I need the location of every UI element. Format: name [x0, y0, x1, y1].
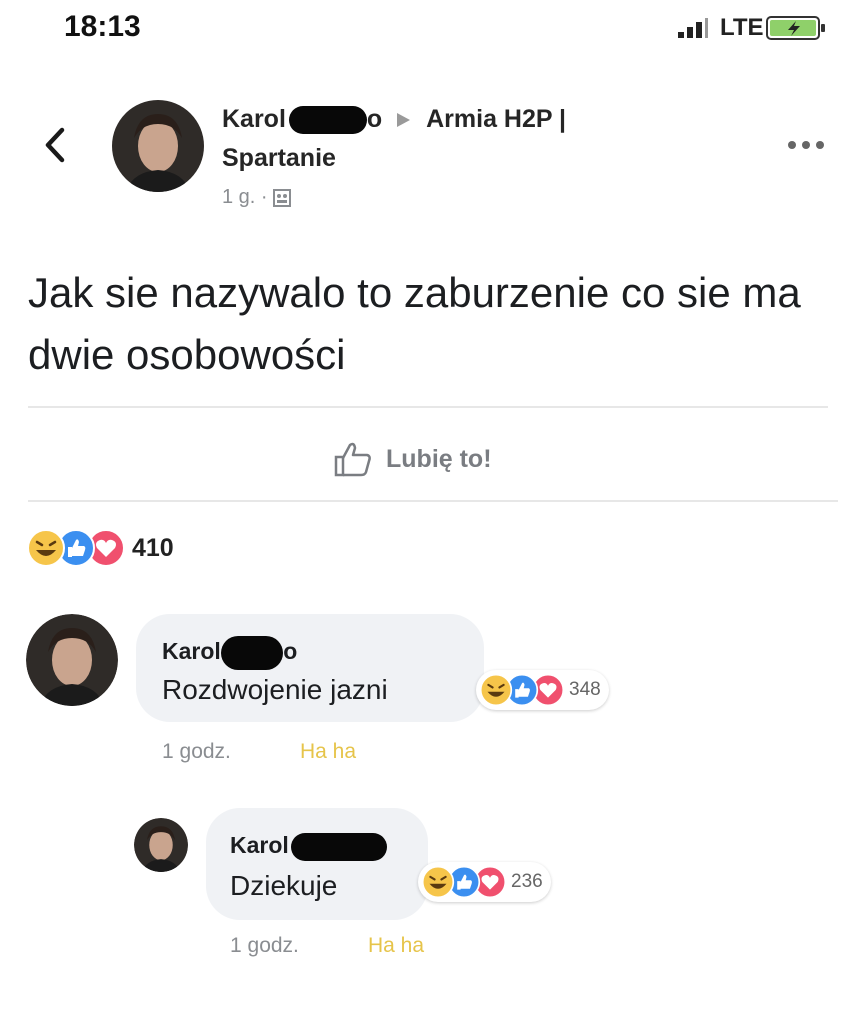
post-text: Jak sie nazywalo to zaburzenie co sie ma… [28, 269, 801, 378]
reply-author-line: Karol [230, 832, 388, 861]
reply-reaction-count: 236 [511, 871, 543, 892]
comment-author-suffix: o [283, 638, 298, 665]
reply-text: Dziekuje [230, 870, 338, 901]
redaction-mark [291, 832, 388, 861]
reply-time[interactable]: 1 godz. [230, 934, 299, 958]
like-button[interactable]: Lubię to! [332, 440, 492, 478]
post-author-suffix: o [366, 105, 383, 133]
comment-haha-action[interactable]: Ha ha [300, 740, 356, 764]
redaction-mark [221, 636, 284, 670]
comment-reaction-count: 348 [569, 679, 601, 700]
more-options-icon[interactable] [786, 138, 826, 152]
network-label: LTE [720, 14, 764, 41]
comment-author-name[interactable]: Karol [162, 638, 221, 664]
post-time[interactable]: 1 g. · [222, 186, 268, 209]
back-chevron-icon[interactable] [40, 124, 70, 166]
divider [28, 500, 838, 502]
post-reactions[interactable]: 410 [26, 528, 174, 568]
post-header-line: Karol o Armia H2P | [222, 103, 566, 135]
comment-author-line: Karol o [162, 636, 297, 670]
reply-avatar[interactable] [134, 818, 188, 872]
divider [28, 406, 828, 408]
redaction-mark [288, 106, 367, 135]
comment-reactions[interactable]: 348 [476, 670, 609, 710]
battery-icon [766, 16, 825, 40]
comment-avatar[interactable] [26, 614, 118, 706]
author-avatar[interactable] [112, 100, 204, 192]
like-label: Lubię to! [386, 444, 492, 473]
post-meta: 1 g. · [222, 186, 292, 209]
reply-haha-action[interactable]: Ha ha [368, 934, 424, 958]
reply-bubble [206, 808, 428, 920]
comment-time[interactable]: 1 godz. [162, 740, 231, 764]
haha-reaction-icon [27, 529, 65, 567]
status-time: 18:13 [64, 10, 141, 43]
haha-reaction-icon [421, 865, 455, 899]
post-group-name[interactable]: Armia H2P | [426, 105, 566, 133]
public-group-icon [272, 188, 291, 207]
post-group-name-line2[interactable]: Spartanie [222, 144, 336, 173]
like-thumb-icon [334, 442, 371, 477]
haha-reaction-icon [479, 673, 513, 707]
comment-text: Rozdwojenie jazni [162, 674, 388, 705]
post-author-name[interactable]: Karol [222, 105, 286, 133]
reply-author-name[interactable]: Karol [230, 832, 289, 858]
post-reaction-count: 410 [132, 533, 174, 562]
arrow-right-icon [397, 113, 411, 128]
reply-reactions[interactable]: 236 [418, 862, 551, 902]
signal-icon [678, 18, 708, 38]
